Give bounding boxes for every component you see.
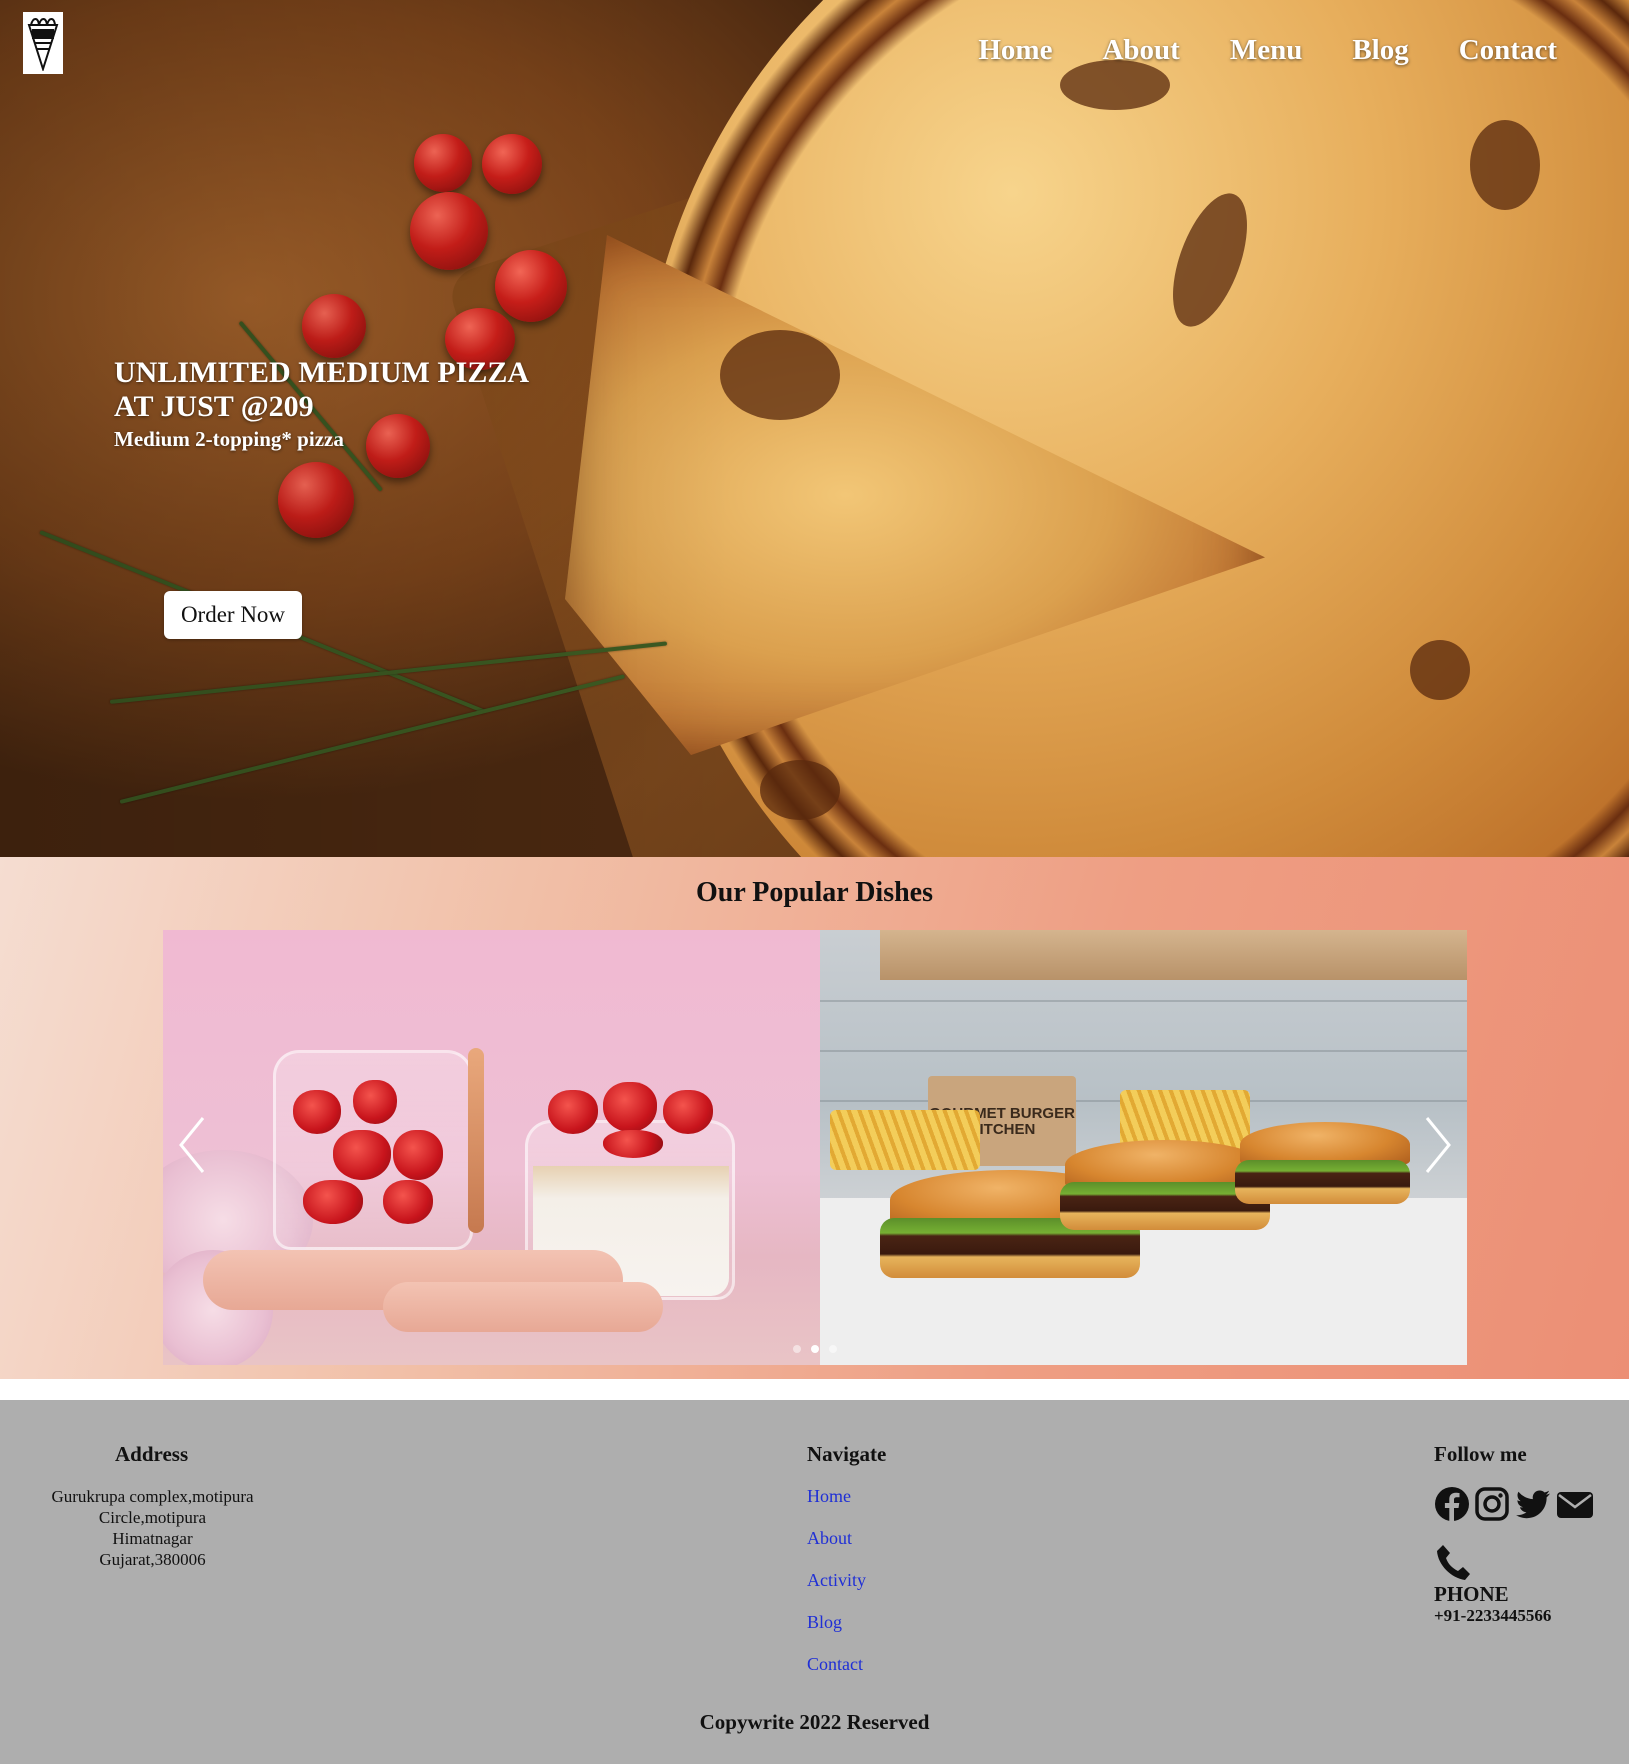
nav-blog[interactable]: Blog (1352, 28, 1408, 72)
twitter-icon[interactable] (1514, 1486, 1552, 1522)
footer-link-blog[interactable]: Blog (807, 1612, 842, 1632)
footer-link-contact[interactable]: Contact (807, 1654, 863, 1674)
footer-nav: Home About Activity Blog Contact (807, 1486, 866, 1696)
nav-contact[interactable]: Contact (1459, 28, 1557, 72)
address-line: Circle,motipura (98, 1508, 207, 1527)
instagram-icon[interactable] (1474, 1486, 1510, 1522)
address-line: Gurukrupa complex,motipura (51, 1487, 254, 1506)
phone-icon (1434, 1543, 1472, 1583)
address-line: Gujarat,380006 (99, 1550, 206, 1569)
promo-text: UNLIMITED MEDIUM PIZZA AT JUST @209 Medi… (114, 356, 554, 452)
brand-logo-icon (27, 18, 59, 71)
section-title: Our Popular Dishes (695, 877, 933, 908)
phone-label: PHONE (1434, 1582, 1509, 1606)
phone-number: +91-2233445566 (1434, 1606, 1552, 1625)
order-now-button[interactable]: Order Now (164, 591, 302, 639)
carousel-indicator-1[interactable] (793, 1345, 801, 1353)
nav-about[interactable]: About (1102, 28, 1179, 72)
footer-link-home[interactable]: Home (807, 1486, 851, 1506)
carousel-next-button[interactable] (1417, 1110, 1457, 1180)
chevron-right-icon (1425, 1117, 1451, 1173)
burgers-and-fries-image: GOURMET BURGER KITCHEN (820, 930, 1467, 1365)
brand-logo[interactable] (23, 12, 63, 74)
chevron-left-icon (179, 1117, 205, 1173)
address-block: Gurukrupa complex,motipura Circle,motipu… (20, 1486, 285, 1570)
facebook-icon[interactable] (1434, 1486, 1470, 1522)
nav-menu[interactable]: Menu (1230, 28, 1303, 72)
carousel-indicators (163, 1345, 1467, 1353)
copyright-text: Copywrite 2022 Reserved (699, 1710, 930, 1734)
nav-home[interactable]: Home (978, 28, 1052, 72)
promo-headline: UNLIMITED MEDIUM PIZZA AT JUST @209 (114, 356, 528, 423)
popular-dishes-section: Our Popular Dishes GOURMET BURGER KITCHE… (0, 857, 1629, 1379)
footer-link-activity[interactable]: Activity (807, 1570, 866, 1590)
email-icon[interactable] (1556, 1486, 1594, 1522)
follow-title: Follow me (1434, 1442, 1527, 1466)
carousel-indicator-2[interactable] (811, 1345, 819, 1353)
promo-subheadline: Medium 2-topping* pizza (114, 427, 344, 451)
hero-banner: Home About Menu Blog Contact UNLIMITED M… (0, 0, 1629, 857)
site-footer: Address Gurukrupa complex,motipura Circl… (0, 1400, 1629, 1764)
navigate-title: Navigate (807, 1442, 887, 1466)
carousel-prev-button[interactable] (173, 1110, 213, 1180)
main-nav: Home About Menu Blog Contact (928, 28, 1557, 72)
dishes-carousel[interactable]: GOURMET BURGER KITCHEN (163, 930, 1467, 1365)
carousel-indicator-3[interactable] (829, 1345, 837, 1353)
address-line: Himatnagar (112, 1529, 193, 1548)
address-title: Address (115, 1442, 189, 1466)
social-links (1434, 1486, 1594, 1522)
footer-link-about[interactable]: About (807, 1528, 852, 1548)
strawberry-dessert-jars-image (163, 930, 820, 1365)
